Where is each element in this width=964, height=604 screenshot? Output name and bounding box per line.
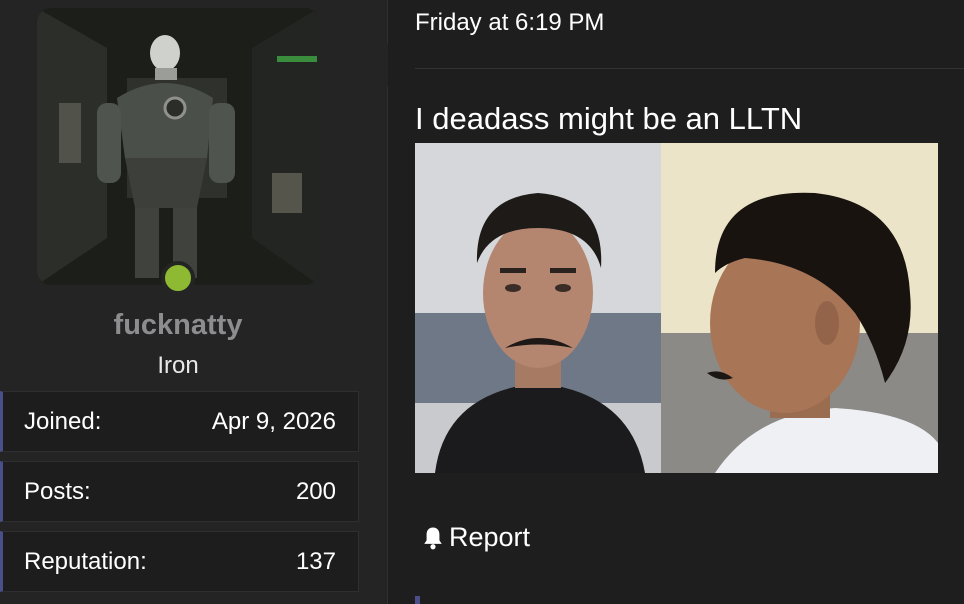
next-post-accent	[415, 596, 420, 604]
stat-label: Joined:	[24, 407, 102, 435]
post-pointer-arrow	[364, 43, 388, 87]
stat-value: 137	[295, 547, 336, 575]
report-label: Report	[449, 522, 531, 552]
post-timestamp[interactable]: Friday at 6:19 PM	[415, 9, 604, 37]
stat-label: Reputation:	[24, 547, 147, 575]
stat-label: Posts:	[24, 477, 91, 505]
divider	[415, 68, 964, 69]
attached-photo	[415, 143, 938, 473]
thread-post: fucknatty Iron Joined: Apr 9, 2026 Posts…	[0, 0, 964, 604]
user-rank: Iron	[157, 352, 199, 379]
avatar[interactable]	[37, 8, 319, 285]
bell-icon	[424, 527, 442, 549]
post-text: I deadass might be an LLTN	[415, 101, 803, 136]
avatar-image	[37, 8, 319, 285]
report-button[interactable]: Report	[419, 522, 530, 553]
stat-posts: Posts: 200	[0, 461, 359, 522]
stat-reputation: Reputation: 137	[0, 531, 359, 592]
user-sidebar: fucknatty Iron Joined: Apr 9, 2026 Posts…	[0, 0, 388, 604]
stat-value: Apr 9, 2026	[211, 407, 336, 435]
stat-joined: Joined: Apr 9, 2026	[0, 391, 359, 452]
post-attachment-image[interactable]	[415, 143, 938, 473]
online-status-indicator	[161, 261, 195, 295]
username[interactable]: fucknatty	[0, 309, 356, 342]
stat-value: 200	[295, 477, 336, 505]
